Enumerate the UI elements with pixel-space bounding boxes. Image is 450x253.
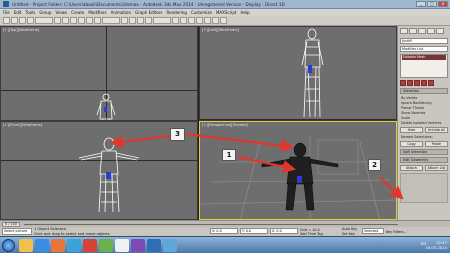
arrow-3-to-perspective xyxy=(185,132,295,153)
arrow-3-to-front xyxy=(109,134,171,149)
callout-1: 1 xyxy=(222,149,236,161)
annotation-arrows xyxy=(109,132,404,200)
arrow-2-to-attach xyxy=(379,177,404,200)
callout-2: 2 xyxy=(368,159,381,171)
arrow-1-to-mesh xyxy=(237,155,297,174)
callout-3: 3 xyxy=(170,128,185,141)
